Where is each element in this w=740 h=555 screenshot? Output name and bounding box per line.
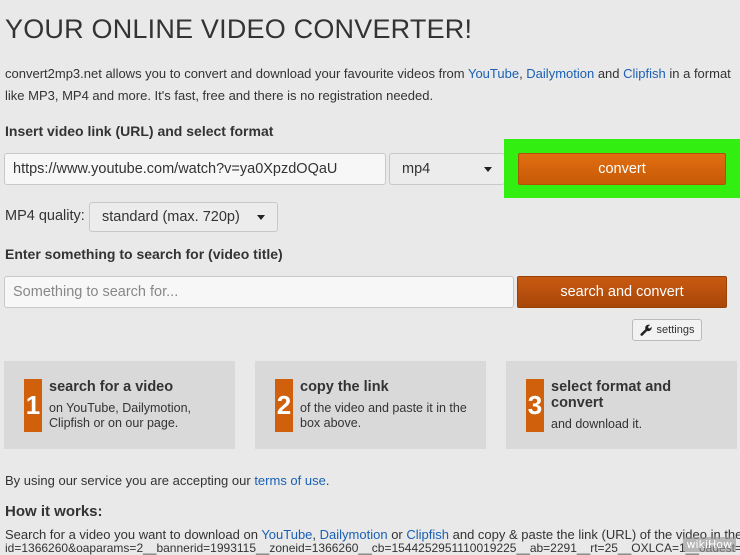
clipfish-link[interactable]: Clipfish — [406, 527, 449, 542]
intro-text: convert2mp3.net allows you to convert an… — [5, 66, 731, 103]
step-number: 2 — [275, 379, 293, 432]
video-url-input[interactable] — [4, 153, 386, 185]
search-section-label: Enter something to search for (video tit… — [5, 246, 283, 262]
search-and-convert-button[interactable]: search and convert — [517, 276, 727, 308]
step-number: 1 — [24, 379, 42, 432]
format-select-value: mp4 — [402, 161, 431, 177]
quality-select[interactable]: standard (max. 720p) — [89, 202, 278, 232]
settings-button[interactable]: settings — [632, 319, 702, 341]
step-desc: of the video and paste it in the box abo… — [300, 401, 467, 430]
step-desc: and download it. — [551, 417, 643, 431]
step-desc: on YouTube, Dailymotion, Clipfish or on … — [49, 401, 191, 430]
status-url: id=1366260&oaparams=2__bannerid=1993115_… — [5, 541, 740, 555]
caret-down-icon — [484, 166, 492, 172]
settings-label: settings — [656, 324, 695, 336]
wrench-icon — [639, 324, 652, 336]
terms-link[interactable]: terms of use — [254, 473, 326, 488]
clipfish-link[interactable]: Clipfish — [623, 66, 666, 81]
watermark: wikiHow — [682, 537, 736, 552]
dailymotion-link[interactable]: Dailymotion — [526, 66, 594, 81]
url-section-label: Insert video link (URL) and select forma… — [5, 123, 274, 139]
search-input[interactable] — [4, 276, 514, 308]
step-title: select format and convert — [551, 379, 672, 411]
dailymotion-link[interactable]: Dailymotion — [320, 527, 388, 542]
format-select[interactable]: mp4 — [389, 153, 505, 185]
step-card-1: 1 search for a video on YouTube, Dailymo… — [4, 361, 235, 449]
step-title: search for a video — [49, 379, 174, 395]
page-title: YOUR ONLINE VIDEO CONVERTER! — [5, 14, 473, 44]
step-number: 3 — [526, 379, 544, 432]
youtube-link[interactable]: YouTube — [261, 527, 312, 542]
caret-down-icon — [257, 214, 265, 220]
convert-button[interactable]: convert — [518, 153, 726, 185]
step-card-2: 2 copy the link of the video and paste i… — [255, 361, 486, 449]
quality-select-value: standard (max. 720p) — [102, 209, 240, 225]
step-card-3: 3 select format and convert and download… — [506, 361, 737, 449]
how-it-works-heading: How it works: — [5, 503, 103, 520]
youtube-link[interactable]: YouTube — [468, 66, 519, 81]
how-it-works-text: Search for a video you want to download … — [5, 527, 740, 542]
terms-text: By using our service you are accepting o… — [5, 473, 330, 488]
step-title: copy the link — [300, 379, 389, 395]
quality-label: MP4 quality: — [5, 208, 85, 224]
